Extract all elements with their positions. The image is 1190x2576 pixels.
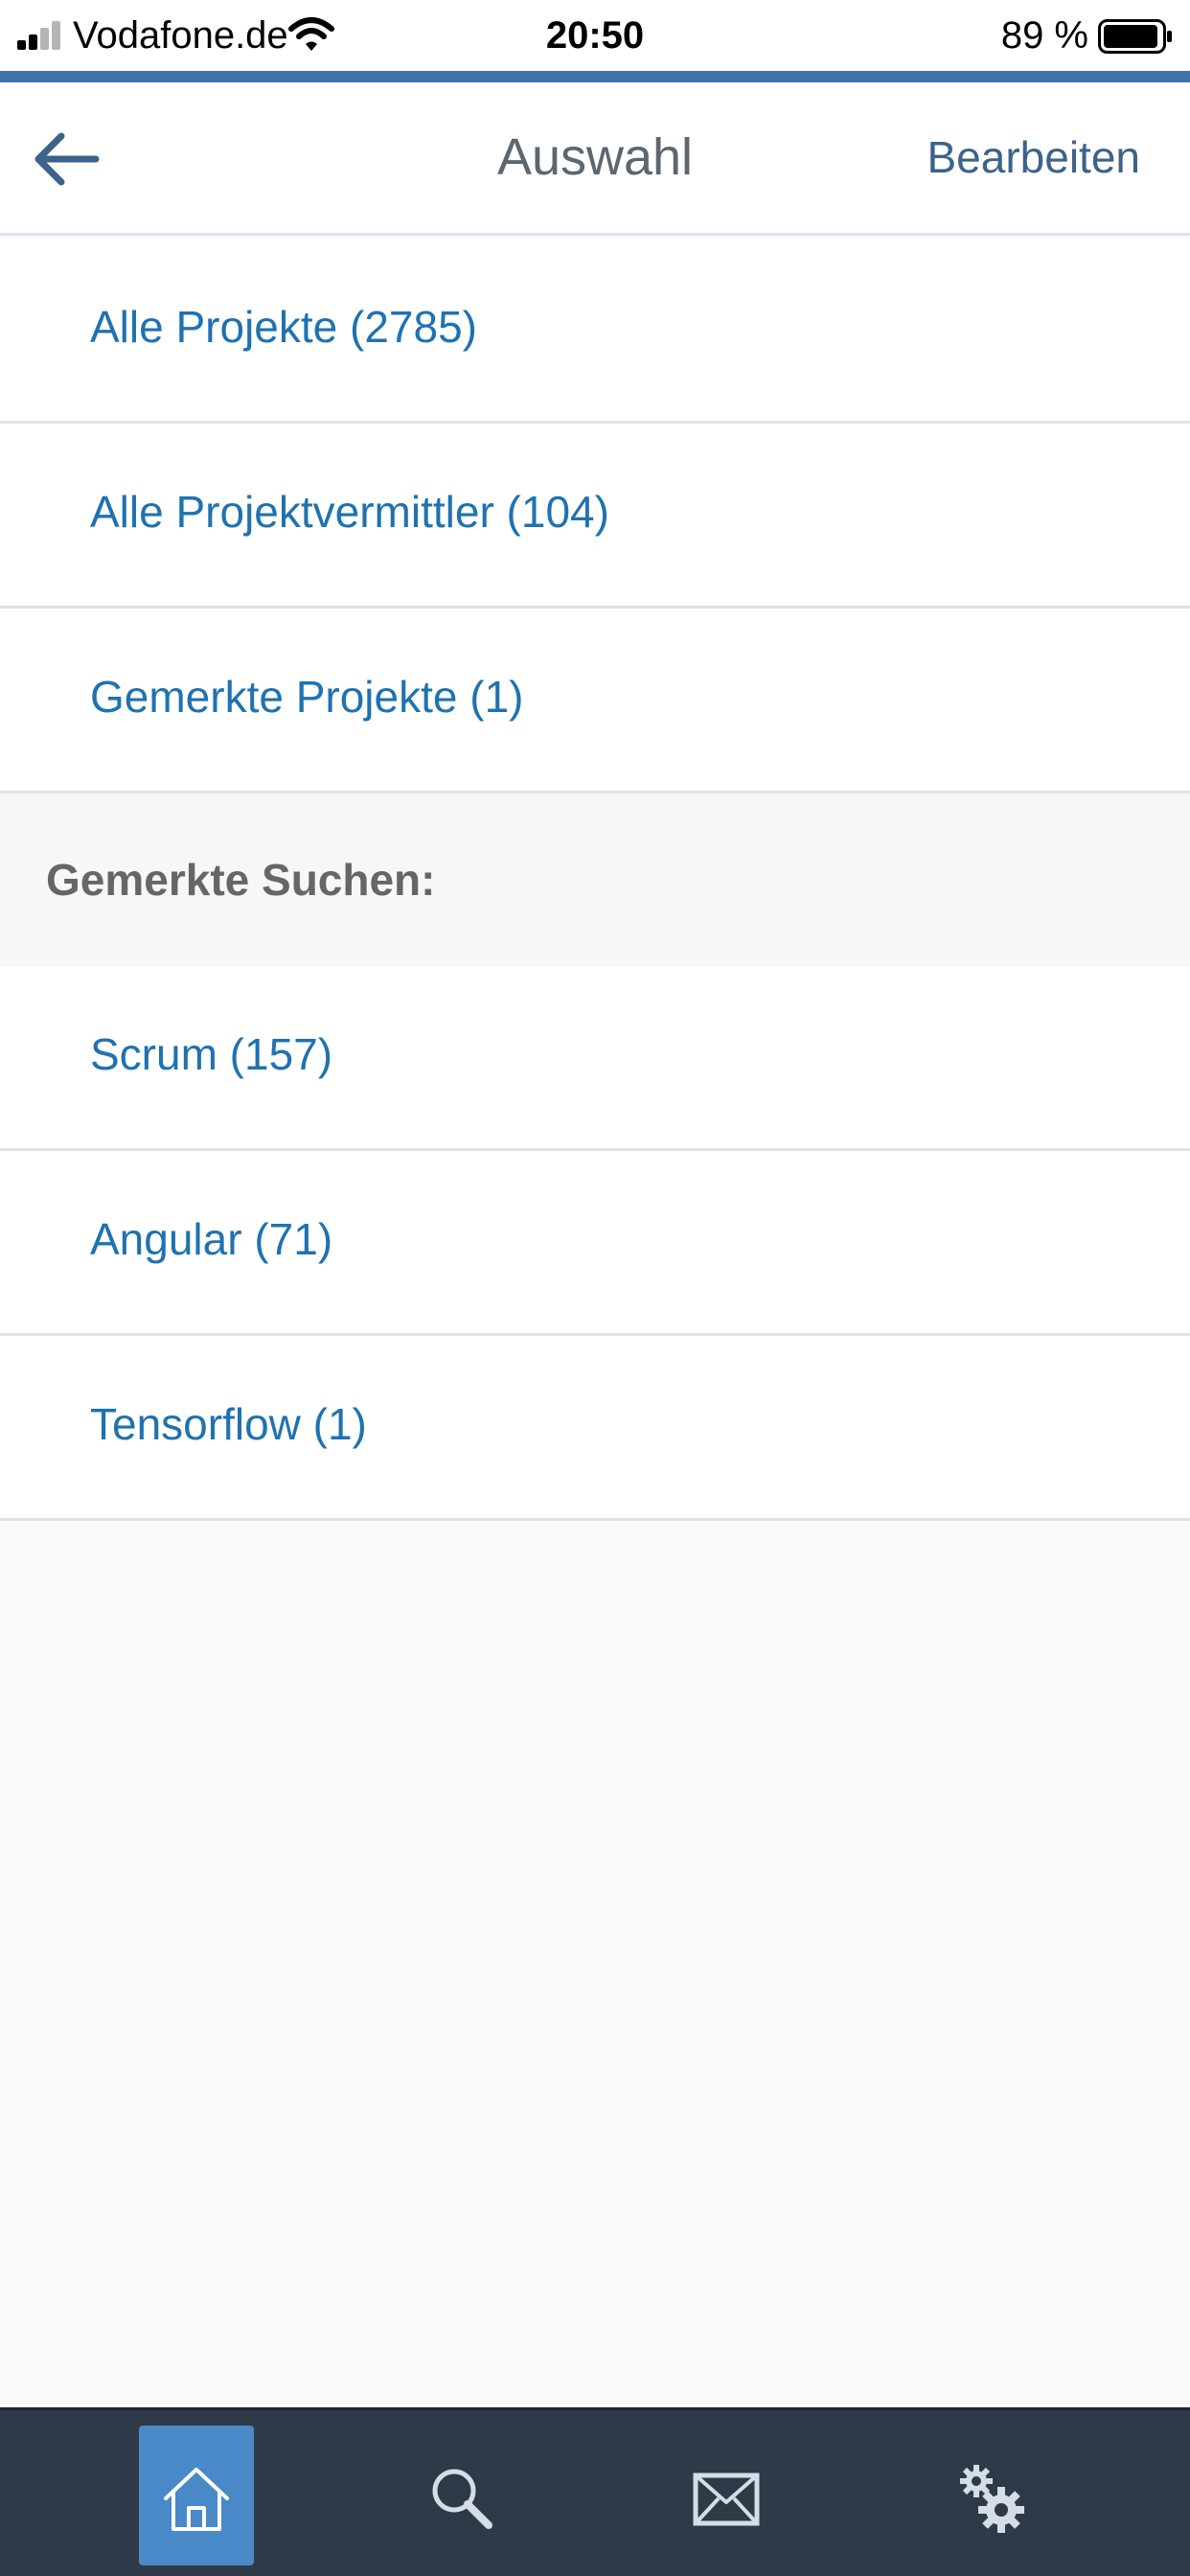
- list-item-label: Tensorflow (1): [90, 1399, 367, 1449]
- saved-search-item[interactable]: Tensorflow (1): [0, 1336, 1190, 1521]
- section-header-label: Gemerkte Suchen:: [46, 855, 436, 905]
- battery-percent: 89 %: [1000, 14, 1088, 57]
- battery-icon: [1098, 19, 1172, 54]
- list-item-label: Alle Projektvermittler (104): [90, 487, 609, 537]
- list-item-saved-projects[interactable]: Gemerkte Projekte (1): [0, 609, 1190, 794]
- list-item-label: Gemerkte Projekte (1): [90, 672, 524, 722]
- list-item-label: Scrum (157): [90, 1029, 333, 1079]
- status-bar: Vodafone.de 20:50 89 %: [0, 0, 1190, 71]
- settings-gears-icon: [960, 2465, 1024, 2533]
- saved-search-item[interactable]: Scrum (157): [0, 966, 1190, 1151]
- saved-searches-header: Gemerkte Suchen:: [0, 794, 1190, 966]
- tab-home[interactable]: [139, 2426, 254, 2565]
- list-item-all-brokers[interactable]: Alle Projektvermittler (104): [0, 424, 1190, 609]
- list-item-label: Angular (71): [90, 1214, 333, 1264]
- navigation-bar: Auswahl Bearbeiten: [0, 82, 1190, 236]
- tab-bar: [0, 2407, 1190, 2576]
- search-icon: [432, 2469, 492, 2529]
- app-screen: Vodafone.de 20:50 89 % Auswahl Bearbeite…: [0, 0, 1190, 2576]
- tab-search[interactable]: [404, 2426, 519, 2565]
- accent-divider: [0, 71, 1190, 82]
- edit-button[interactable]: Bearbeiten: [927, 130, 1141, 184]
- list-item-all-projects[interactable]: Alle Projekte (2785): [0, 239, 1190, 424]
- home-icon: [164, 2468, 229, 2531]
- tab-messages[interactable]: [669, 2426, 784, 2565]
- list-item-label: Alle Projekte (2785): [90, 302, 477, 352]
- saved-search-item[interactable]: Angular (71): [0, 1151, 1190, 1336]
- tab-settings[interactable]: [934, 2426, 1049, 2565]
- selection-list: Alle Projekte (2785) Alle Projektvermitt…: [0, 239, 1190, 1521]
- mail-icon: [693, 2472, 760, 2526]
